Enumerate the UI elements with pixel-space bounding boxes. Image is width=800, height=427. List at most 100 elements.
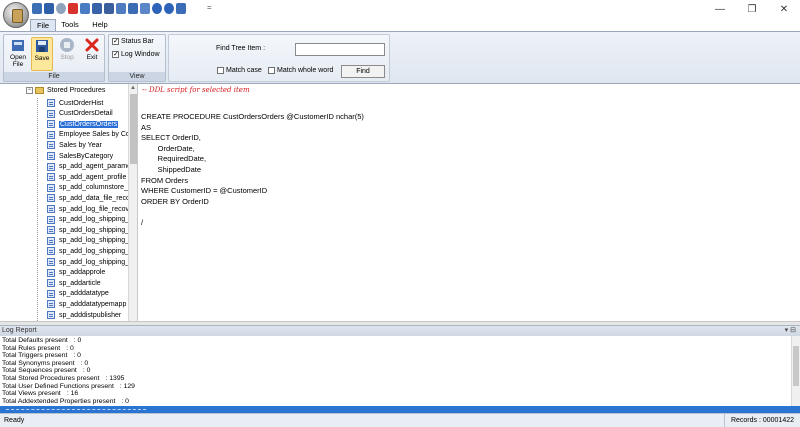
stop-button[interactable]: Stop <box>56 37 78 71</box>
folder-icon <box>35 87 44 94</box>
close-window-button[interactable]: ✕ <box>768 0 800 19</box>
quick-access-customize[interactable]: = <box>207 3 212 12</box>
tree-item[interactable]: sp_add_agent_profile <box>47 172 126 182</box>
stored-procedure-icon <box>47 130 55 139</box>
tree-item-label: sp_add_columnstore_ <box>59 184 128 192</box>
app-window: = — ❐ ✕ File Tools Help Open File Save S… <box>0 0 800 427</box>
restore-button[interactable]: ❐ <box>736 0 768 19</box>
exit-button[interactable]: Exit <box>81 37 103 71</box>
tree-item[interactable]: SalesByCategory <box>47 151 113 161</box>
save-as-icon[interactable] <box>92 3 102 14</box>
log-window-checkbox[interactable]: ✓ Log Window <box>112 51 160 58</box>
tab-file[interactable]: File <box>30 19 56 31</box>
close-icon[interactable] <box>68 3 78 14</box>
tree-scrollbar[interactable]: ▲ <box>128 84 137 321</box>
mail-icon[interactable] <box>140 3 150 14</box>
tree-item-label: sp_adddistpublisher <box>59 311 122 319</box>
log-scrollbar[interactable] <box>791 336 800 406</box>
tree-item-label: sp_add_log_shipping_ <box>59 226 130 234</box>
tree-item[interactable]: sp_add_log_shipping_ <box>47 246 129 256</box>
tree-item[interactable]: Sales by Year <box>47 140 102 150</box>
match-case-checkbox[interactable]: Match case <box>217 67 262 74</box>
save-label: Save <box>34 55 50 62</box>
log-row-value: : 0 <box>121 397 129 405</box>
tree-scroll-thumb[interactable] <box>130 94 137 164</box>
log-window-label: Log Window <box>121 51 160 58</box>
folder-icon[interactable] <box>80 3 90 14</box>
info-icon[interactable] <box>164 3 174 14</box>
log-panel-controls[interactable]: ▾ ⊟ <box>785 326 796 336</box>
tree-item[interactable]: sp_add_log_shipping_ <box>47 257 129 267</box>
tree-item[interactable]: sp_add_log_shipping_ <box>47 215 129 225</box>
tab-help[interactable]: Help <box>88 19 112 31</box>
tree-item[interactable]: sp_add_log_file_recov <box>47 204 129 214</box>
status-bar-checkbox[interactable]: ✓ Status Bar <box>112 38 154 45</box>
tree-item[interactable]: CustOrdersOrders <box>47 119 119 129</box>
stop-icon[interactable] <box>56 3 66 14</box>
code-line: WHERE CustomerID = @CustomerID <box>141 186 268 196</box>
view-group: ✓ Status Bar ✓ Log Window View <box>108 34 166 82</box>
find-icon[interactable] <box>116 3 126 14</box>
save-icon[interactable] <box>44 3 54 14</box>
file-group-label: File <box>4 72 104 81</box>
tree-item-label: Employee Sales by Co <box>59 131 130 139</box>
tree-item-label: sp_add_data_file_reco <box>59 194 130 202</box>
tree-item[interactable]: sp_adddistpublisher <box>47 310 121 320</box>
log-report: Total Defaults present: 0 Total Rules pre… <box>0 336 800 406</box>
tree-item[interactable]: sp_adddatatypemapp <box>47 299 126 309</box>
code-line: ORDER BY OrderID <box>141 196 209 206</box>
tree-item[interactable]: sp_addarticle <box>47 278 101 288</box>
tree-item-label: CustOrdersOrders <box>59 120 119 128</box>
tree-item[interactable]: sp_add_log_shipping_ <box>47 225 129 235</box>
tree-item[interactable]: sp_addapprole <box>47 268 105 278</box>
tree-item[interactable]: sp_add_log_shipping_ <box>47 236 129 246</box>
register-icon[interactable] <box>176 3 186 14</box>
exit-icon <box>85 38 99 52</box>
tree-item[interactable]: Employee Sales by Co <box>47 130 130 140</box>
log-row-value: : 129 <box>119 382 135 390</box>
open-file-button[interactable]: Open File <box>7 37 29 71</box>
tree-item-label: sp_addapprole <box>59 269 106 277</box>
log-row-value: : 1395 <box>105 375 125 382</box>
tree-item-label: SalesByCategory <box>59 152 114 160</box>
cart-icon[interactable] <box>128 3 138 14</box>
tree-item-label: CustOrderHist <box>59 99 104 107</box>
find-tree-item-input[interactable] <box>295 43 385 56</box>
tree-item[interactable]: sp_add_columnstore_ <box>47 183 128 193</box>
match-whole-word-label: Match whole word <box>277 67 334 74</box>
log-row-key: Total Addextended Properties present <box>2 397 116 405</box>
save-button[interactable]: Save <box>31 37 53 71</box>
stored-procedure-icon <box>47 99 55 107</box>
records-count: Records : 00001422 <box>723 414 794 427</box>
log-scroll-thumb[interactable] <box>793 346 799 386</box>
collapse-icon[interactable]: − <box>26 87 33 94</box>
tree-node-stored-procedures[interactable]: − Stored Procedures <box>26 87 105 94</box>
log-row: Total Addextended Properties present : 0 <box>2 398 129 406</box>
stored-procedure-icon <box>47 247 55 256</box>
tab-tools[interactable]: Tools <box>58 19 82 31</box>
log-window-check-icon: ✓ <box>112 51 119 58</box>
application-menu-button[interactable] <box>3 2 29 28</box>
open-icon[interactable] <box>32 3 42 14</box>
find-button[interactable]: Find <box>341 65 385 78</box>
help-icon[interactable] <box>152 3 162 14</box>
view-group-label: View <box>109 72 165 81</box>
key-icon[interactable] <box>104 3 114 14</box>
status-bar: Ready Records : 00001422 <box>0 413 800 427</box>
tree-item-label: sp_add_agent_parame <box>59 163 132 171</box>
stored-procedure-icon <box>47 311 55 319</box>
scroll-up-icon[interactable]: ▲ <box>130 85 136 91</box>
tree-item[interactable]: sp_add_agent_parame <box>47 162 131 172</box>
title-bar: = — ❐ ✕ <box>0 0 800 19</box>
log-report-title: Log Report <box>2 327 37 334</box>
ddl-script-editor[interactable]: -- DDL script for selected item CREATE P… <box>139 84 800 321</box>
code-line: CREATE PROCEDURE CustOrdersOrders @Custo… <box>141 112 364 121</box>
status-text: Ready <box>4 417 25 424</box>
tree-item[interactable]: CustOrderHist <box>47 98 103 108</box>
tree-item[interactable]: sp_adddatatype <box>47 289 109 299</box>
match-whole-word-checkbox[interactable]: Match whole word <box>268 67 333 74</box>
tree-item[interactable]: CustOrdersDetail <box>47 109 113 119</box>
tree-item[interactable]: sp_add_data_file_reco <box>47 193 130 203</box>
stored-procedure-icon <box>47 215 55 224</box>
minimize-button[interactable]: — <box>704 0 736 19</box>
